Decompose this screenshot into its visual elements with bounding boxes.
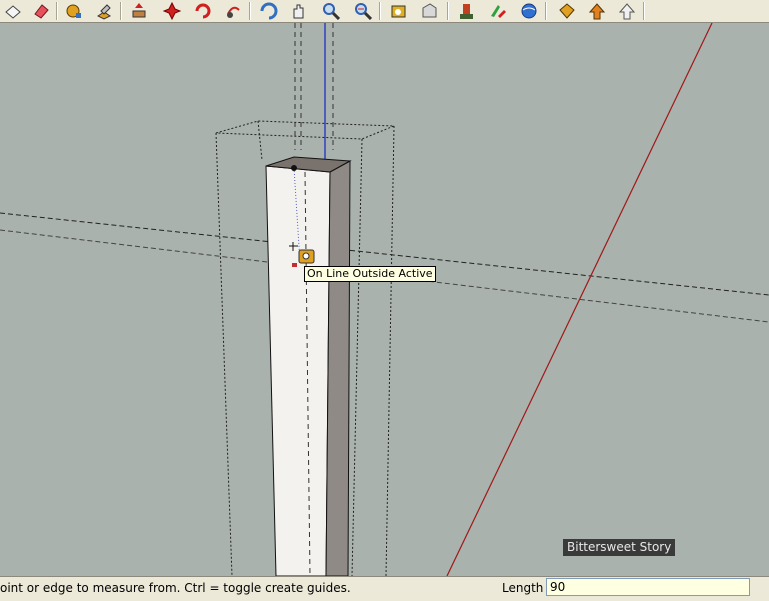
- walk-icon[interactable]: [455, 0, 477, 22]
- paint-bucket-icon[interactable]: [63, 0, 85, 22]
- tape-measure-icon[interactable]: [388, 0, 410, 22]
- offset-icon[interactable]: [192, 0, 214, 22]
- rotate-icon[interactable]: [161, 0, 183, 22]
- orbit-icon-2[interactable]: [258, 0, 280, 22]
- measurements-input[interactable]: 90: [546, 578, 750, 596]
- eraser-icon[interactable]: [30, 0, 52, 22]
- push-pull-icon[interactable]: [93, 0, 115, 22]
- section-plane-icon[interactable]: [556, 0, 578, 22]
- move-icon[interactable]: [128, 0, 150, 22]
- pan-icon[interactable]: [288, 0, 310, 22]
- measurements-label: Length: [502, 581, 544, 595]
- start-point-marker: [291, 165, 297, 171]
- dimension-icon[interactable]: [616, 0, 638, 22]
- model-viewport[interactable]: On Line Outside Active Bittersweet Story: [0, 23, 769, 576]
- look-around-icon[interactable]: [518, 0, 540, 22]
- inference-tooltip: On Line Outside Active: [304, 266, 436, 282]
- column-front-face: [265, 165, 331, 576]
- column-side-face: [325, 160, 351, 576]
- watermark-text: Bittersweet Story: [563, 539, 676, 556]
- status-bar: oint or edge to measure from. Ctrl = tog…: [0, 576, 769, 601]
- tape-measure-cursor-icon: [298, 249, 315, 264]
- position-camera-icon[interactable]: [487, 0, 509, 22]
- zoom-extents-icon[interactable]: [352, 0, 374, 22]
- zoom-icon[interactable]: [320, 0, 342, 22]
- orbit-icon[interactable]: [222, 0, 244, 22]
- bounding-box: [215, 120, 395, 140]
- select-icon[interactable]: [2, 0, 24, 22]
- red-axis-line: [446, 23, 713, 576]
- protractor-icon[interactable]: [418, 0, 440, 22]
- toolbar: [0, 0, 769, 23]
- guide-line: [0, 212, 769, 296]
- axes-icon[interactable]: [586, 0, 608, 22]
- status-hint-text: oint or edge to measure from. Ctrl = tog…: [0, 581, 351, 595]
